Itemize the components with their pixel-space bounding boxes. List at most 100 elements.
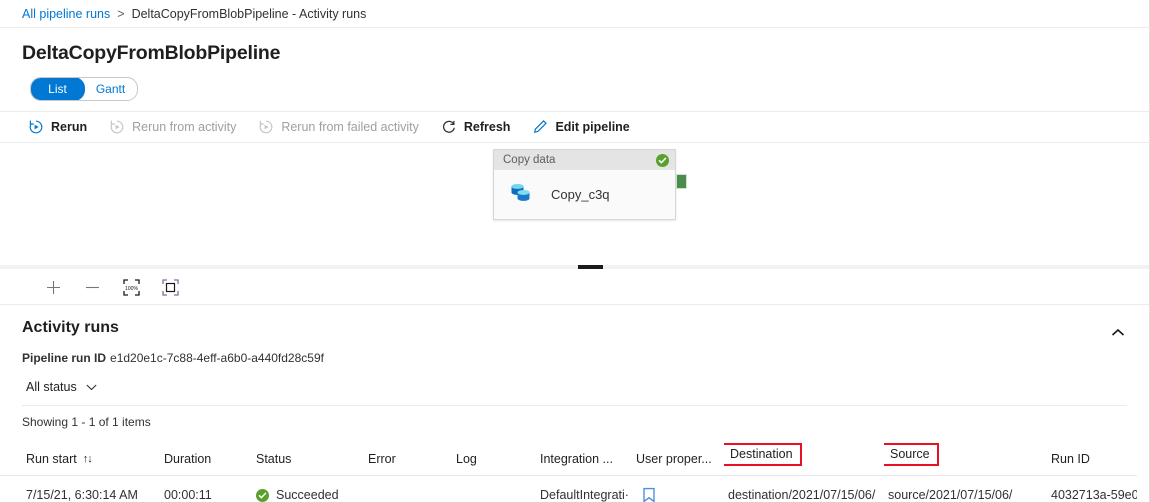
column-label-user-properties: User proper...	[636, 452, 712, 466]
pipeline-run-id: Pipeline run ID e1d20e1c-7c88-4eff-a6b0-a…	[0, 344, 1149, 365]
column-label-log: Log	[456, 452, 477, 466]
sort-arrows-icon[interactable]: ↑↓	[83, 453, 92, 465]
status-filter-dropdown[interactable]: All status	[22, 378, 101, 396]
tab-list[interactable]: List	[30, 77, 85, 101]
activity-node-copy-data[interactable]: Copy data	[493, 149, 676, 220]
breadcrumb-current: DeltaCopyFromBlobPipeline - Activity run…	[132, 7, 367, 21]
column-label-status: Status	[256, 452, 291, 466]
cell-log	[452, 476, 536, 502]
pipeline-run-id-value: e1d20e1c-7c88-4eff-a6b0-a440fd28c59f	[110, 351, 324, 365]
rerun-button[interactable]: Rerun	[26, 112, 97, 142]
status-value: Succeeded	[276, 488, 339, 502]
activity-runs-section: Activity runs Pipeline run ID e1d20e1c-7c…	[0, 305, 1149, 502]
column-label-run-start: Run start	[26, 452, 77, 466]
run-id-value: 4032713a-59e0-41	[1051, 488, 1137, 502]
cell-status: Succeeded	[252, 476, 364, 502]
canvas-zoom-controls: 100%	[0, 271, 1149, 305]
column-header-user-properties[interactable]: User proper...	[632, 437, 724, 476]
refresh-button[interactable]: Refresh	[439, 112, 521, 142]
bookmark-icon[interactable]	[642, 487, 656, 502]
cell-run-start: 7/15/21, 6:30:14 AM	[22, 476, 160, 502]
column-header-run-id[interactable]: Run ID	[1047, 437, 1137, 476]
collapse-section-button[interactable]	[1105, 322, 1131, 344]
activity-success-icon	[656, 154, 669, 167]
breadcrumb: All pipeline runs > DeltaCopyFromBlobPip…	[0, 0, 1149, 28]
table-gutter	[0, 437, 22, 476]
activity-runs-title: Activity runs	[22, 319, 1105, 337]
column-label-integration-runtime: Integration ...	[540, 452, 613, 466]
activity-node-type-label: Copy data	[503, 154, 656, 166]
column-header-integration-runtime[interactable]: Integration ...	[536, 437, 632, 476]
rerun-from-activity-button[interactable]: Rerun from activity	[107, 112, 246, 142]
activity-node-body: Copy_c3q	[494, 170, 675, 219]
column-header-error[interactable]: Error	[364, 437, 452, 476]
activity-runs-header: Activity runs	[0, 305, 1149, 344]
page-title: DeltaCopyFromBlobPipeline	[22, 42, 1149, 65]
rerun-from-failed-activity-label: Rerun from failed activity	[281, 120, 419, 134]
command-bar: Rerun Rerun from activity Rerun from	[0, 111, 1149, 143]
duration-value: 00:00:11	[164, 488, 212, 502]
cell-integration-runtime: DefaultIntegrati·	[536, 476, 632, 502]
activity-node-header: Copy data	[494, 150, 675, 170]
status-badge: Succeeded	[256, 488, 339, 502]
cell-source: source/2021/07/15/06/	[884, 476, 1047, 502]
cell-error	[364, 476, 452, 502]
destination-value: destination/2021/07/15/06/	[728, 488, 875, 502]
success-icon	[256, 489, 269, 502]
tab-gantt[interactable]: Gantt	[84, 78, 137, 100]
breadcrumb-separator: >	[117, 7, 124, 21]
edit-pipeline-label: Edit pipeline	[555, 120, 629, 134]
refresh-icon	[441, 119, 457, 135]
rerun-from-activity-label: Rerun from activity	[132, 120, 236, 134]
column-label-source: Source	[890, 447, 930, 461]
canvas-scrollbar-track[interactable]	[0, 265, 1149, 269]
edit-pipeline-button[interactable]: Edit pipeline	[530, 112, 639, 142]
source-value: source/2021/07/15/06/	[888, 488, 1012, 502]
column-header-destination[interactable]: Destination	[724, 437, 884, 476]
status-filter-label: All status	[26, 380, 77, 394]
column-header-run-start[interactable]: Run start ↑↓	[22, 437, 160, 476]
zoom-reset-100-icon[interactable]: 100%	[116, 274, 146, 302]
refresh-label: Refresh	[464, 120, 511, 134]
view-toggle: List Gantt	[30, 77, 138, 101]
chevron-down-icon	[86, 384, 97, 391]
zoom-in-button[interactable]	[38, 274, 68, 302]
column-header-source[interactable]: Source	[884, 437, 1047, 476]
rerun-label: Rerun	[51, 120, 87, 134]
cell-destination: destination/2021/07/15/06/	[724, 476, 884, 502]
column-header-duration[interactable]: Duration	[160, 437, 252, 476]
pipeline-run-id-label: Pipeline run ID	[22, 351, 106, 365]
rerun-from-activity-icon	[109, 119, 125, 135]
rerun-icon	[28, 119, 44, 135]
pencil-icon	[532, 119, 548, 135]
filter-bar: All status	[22, 378, 1127, 406]
svg-text:100%: 100%	[124, 286, 138, 292]
run-start-value: 7/15/21, 6:30:14 AM	[26, 488, 138, 502]
column-label-error: Error	[368, 452, 396, 466]
column-label-destination: Destination	[730, 447, 793, 461]
canvas-scrollbar-thumb[interactable]	[578, 265, 603, 269]
activity-runs-page: All pipeline runs > DeltaCopyFromBlobPip…	[0, 0, 1150, 502]
column-label-duration: Duration	[164, 452, 211, 466]
activity-runs-table: Run start ↑↓ Duration Status Error	[0, 437, 1137, 502]
column-header-log[interactable]: Log	[452, 437, 536, 476]
table-row[interactable]: 7/15/21, 6:30:14 AM 00:00:11	[0, 476, 1137, 502]
showing-count: Showing 1 - 1 of 1 items	[0, 406, 1149, 429]
activity-runs-table-wrap: Run start ↑↓ Duration Status Error	[0, 437, 1149, 502]
cell-run-id: 4032713a-59e0-41	[1047, 476, 1137, 502]
cell-user-properties	[632, 476, 724, 502]
pipeline-canvas[interactable]: Copy data	[0, 143, 1149, 271]
integration-runtime-value: DefaultIntegrati·	[540, 488, 629, 502]
fit-to-screen-icon[interactable]	[155, 274, 185, 302]
copy-data-icon	[507, 178, 537, 211]
breadcrumb-all-pipeline-runs[interactable]: All pipeline runs	[22, 7, 110, 21]
activity-node-output-port[interactable]	[676, 174, 687, 189]
cell-duration: 00:00:11	[160, 476, 252, 502]
column-header-status[interactable]: Status	[252, 437, 364, 476]
row-gutter	[0, 476, 22, 502]
column-label-run-id: Run ID	[1051, 452, 1090, 466]
zoom-out-button[interactable]	[77, 274, 107, 302]
rerun-from-failed-activity-button[interactable]: Rerun from failed activity	[256, 112, 429, 142]
activity-node-name: Copy_c3q	[551, 187, 610, 202]
rerun-from-failed-activity-icon	[258, 119, 274, 135]
